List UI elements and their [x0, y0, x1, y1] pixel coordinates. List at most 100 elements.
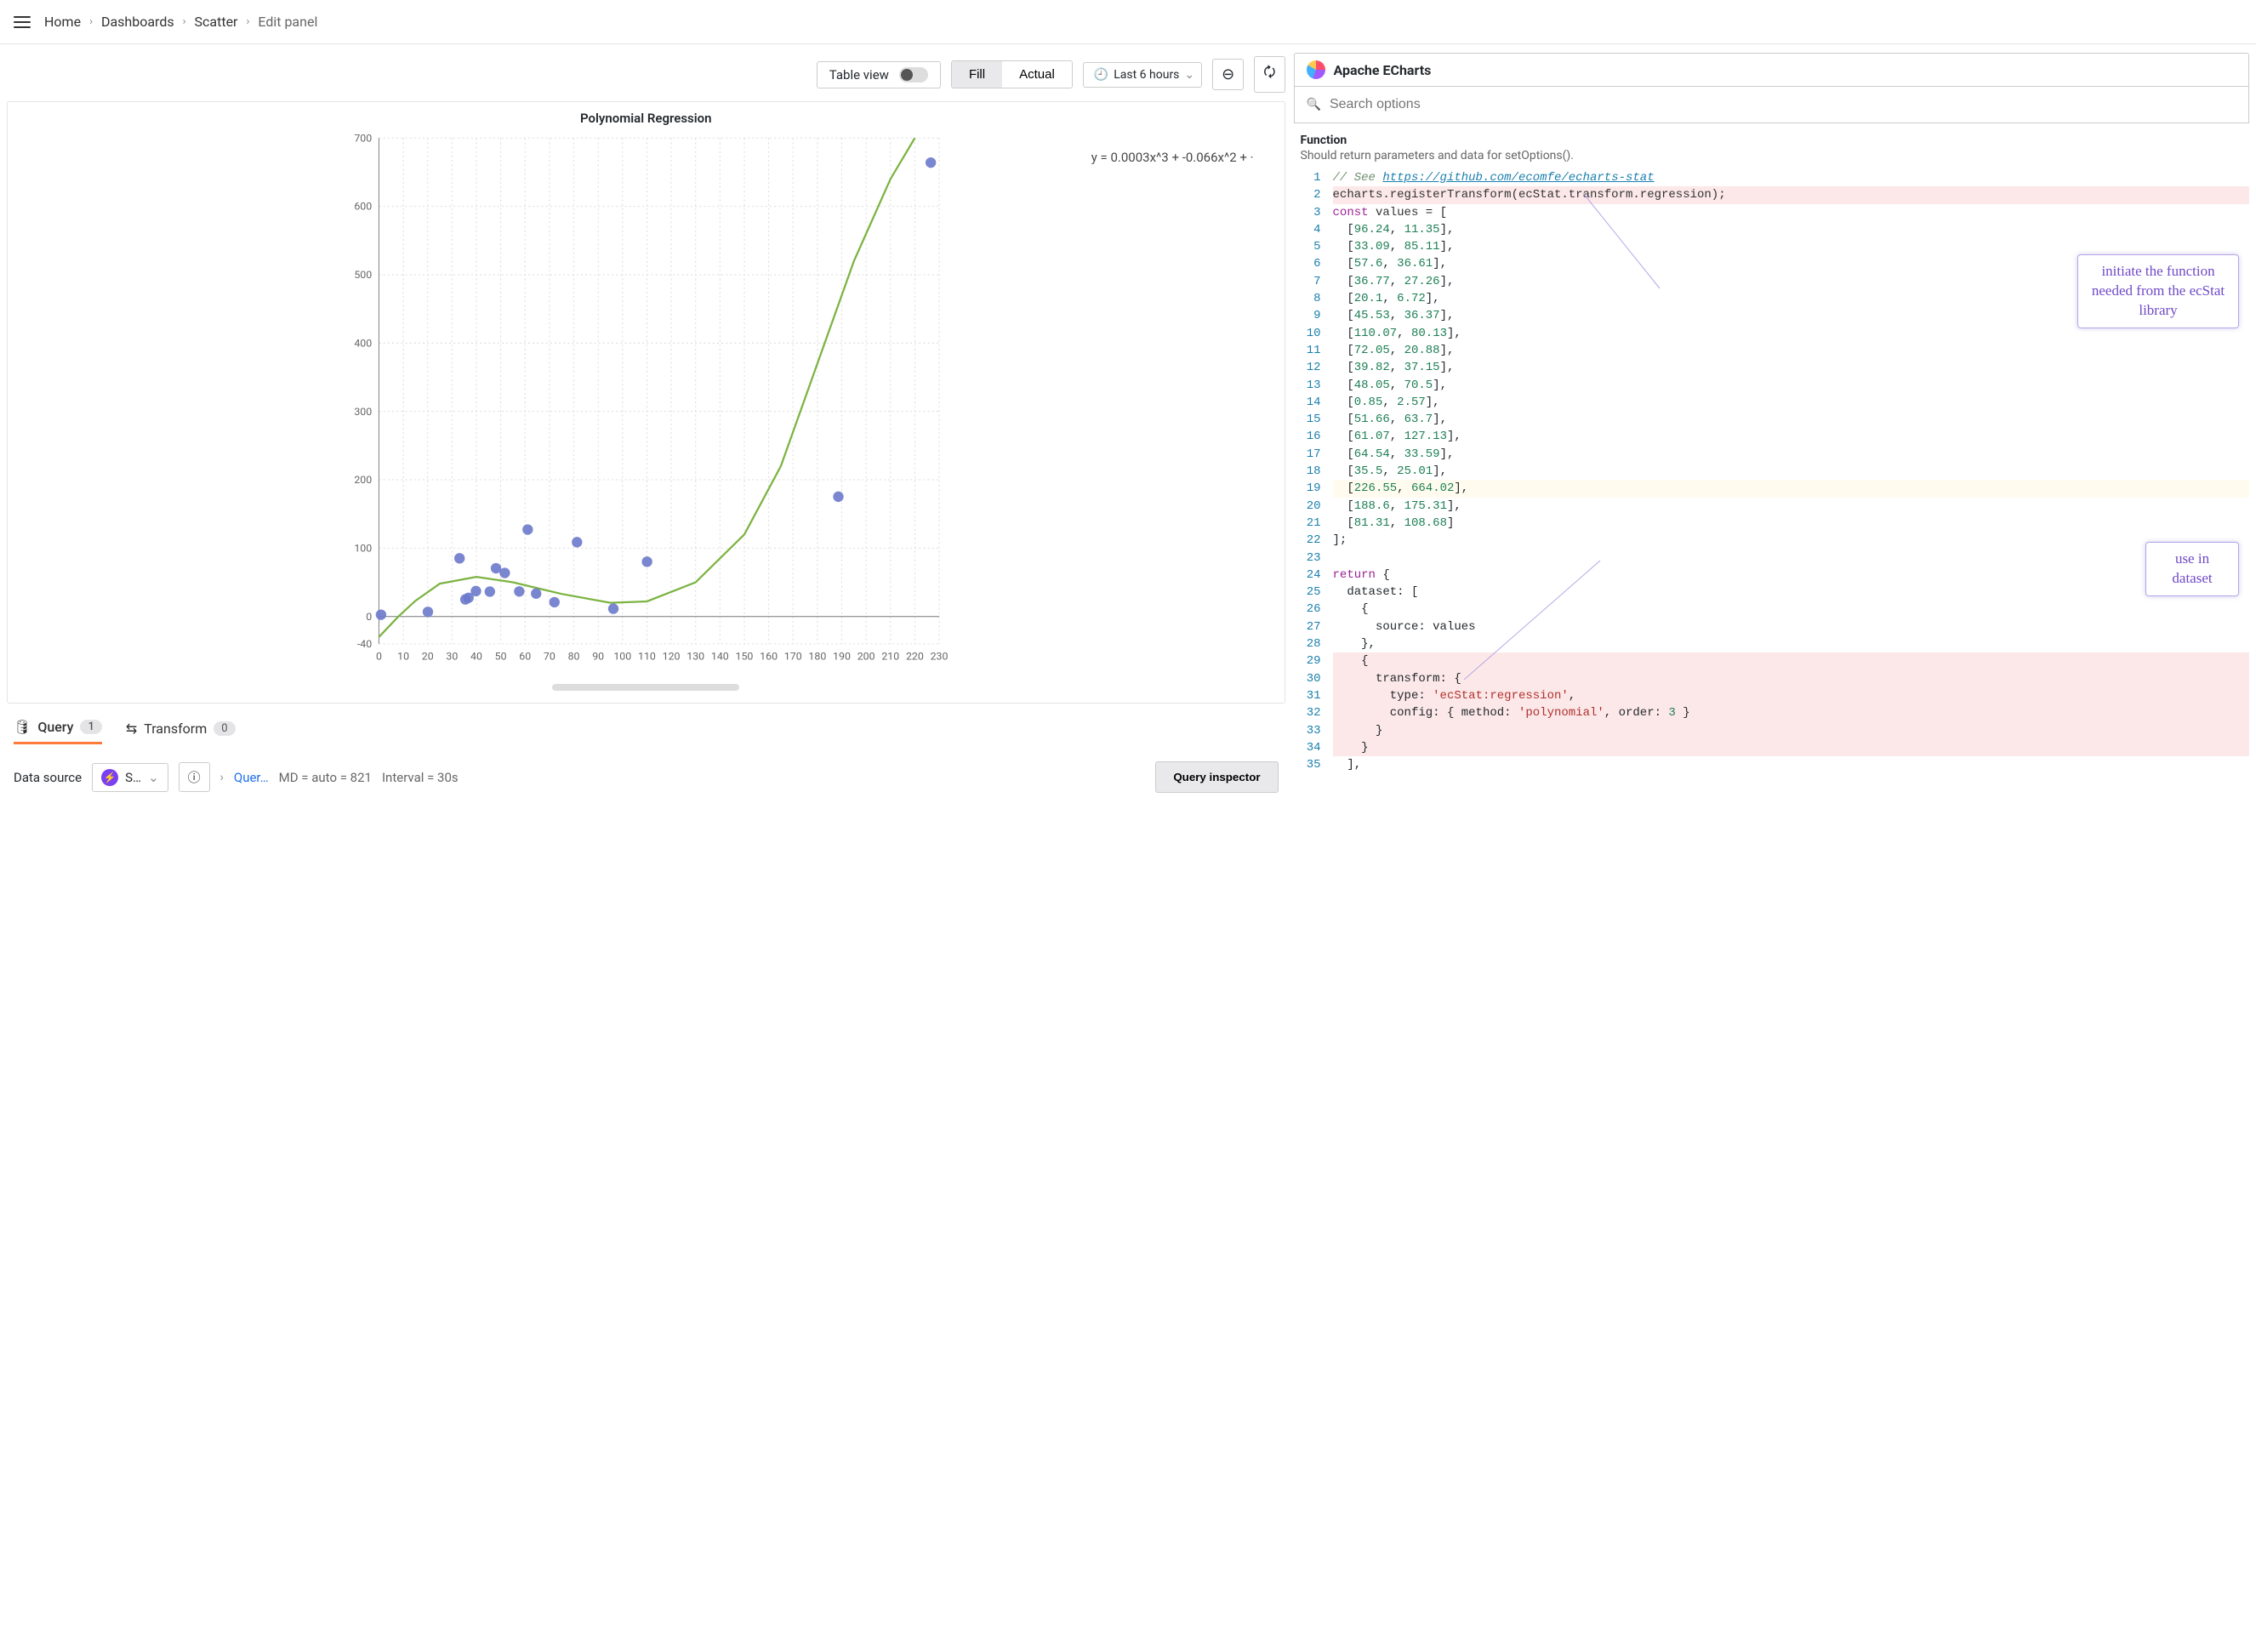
code-line[interactable]: 17 [64.54, 33.59], [1294, 446, 2249, 463]
svg-text:170: 170 [784, 651, 802, 663]
code-line[interactable]: 30 transform: { [1294, 670, 2249, 687]
code-line[interactable]: 14 [0.85, 2.57], [1294, 394, 2249, 411]
code-line[interactable]: 16 [61.07, 127.13], [1294, 428, 2249, 445]
table-view-toggle[interactable]: Table view [817, 61, 941, 88]
chart-panel: Polynomial Regression y = 0.0003x^3 + -0… [7, 101, 1285, 704]
clock-icon [1094, 68, 1108, 82]
actual-button[interactable]: Actual [1002, 61, 1072, 88]
code-line[interactable]: 26 { [1294, 601, 2249, 618]
database-icon [14, 719, 31, 735]
tab-query-label: Query [37, 719, 73, 735]
time-range-label: Last 6 hours [1114, 68, 1179, 82]
svg-text:90: 90 [592, 651, 604, 663]
svg-text:150: 150 [736, 651, 754, 663]
code-line[interactable]: 13 [48.05, 70.5], [1294, 377, 2249, 394]
menu-icon[interactable] [14, 16, 31, 28]
refresh-button[interactable] [1254, 56, 1285, 93]
tab-query-badge: 1 [80, 720, 101, 734]
code-line[interactable]: 11 [72.05, 20.88], [1294, 342, 2249, 359]
svg-text:40: 40 [470, 651, 482, 663]
svg-text:120: 120 [663, 651, 681, 663]
svg-text:-40: -40 [357, 639, 372, 651]
breadcrumb: Home › Dashboards › Scatter › Edit panel [44, 14, 317, 30]
code-line[interactable]: 32 config: { method: 'polynomial', order… [1294, 704, 2249, 721]
code-line[interactable]: 29 { [1294, 652, 2249, 669]
svg-text:60: 60 [519, 651, 531, 663]
svg-text:600: 600 [354, 202, 372, 214]
panel-type-title: Apache ECharts [1334, 62, 1432, 78]
code-line[interactable]: 24return { [1294, 567, 2249, 584]
chart-svg[interactable]: -400100200300400500600700010203040506070… [25, 131, 1268, 675]
svg-text:190: 190 [833, 651, 851, 663]
horizontal-scrollbar[interactable] [552, 684, 739, 691]
echarts-logo-icon [1307, 60, 1325, 79]
breadcrumb-scatter[interactable]: Scatter [195, 14, 238, 30]
svg-text:10: 10 [397, 651, 409, 663]
code-line[interactable]: 33 } [1294, 722, 2249, 739]
switch-icon[interactable] [899, 67, 928, 83]
tab-query[interactable]: Query 1 [14, 719, 102, 744]
breadcrumb-dashboards[interactable]: Dashboards [101, 14, 174, 30]
data-source-value: S… [125, 770, 141, 785]
svg-text:210: 210 [881, 651, 899, 663]
code-line[interactable]: 1// See https://github.com/ecomfe/echart… [1294, 169, 2249, 186]
interval-meta: Interval = 30s [382, 770, 459, 785]
zoom-out-button[interactable] [1212, 59, 1244, 90]
svg-text:100: 100 [613, 651, 631, 663]
code-line[interactable]: 27 source: values [1294, 618, 2249, 635]
tab-transform[interactable]: Transform 0 [126, 721, 236, 743]
fill-button[interactable]: Fill [952, 61, 1002, 88]
code-line[interactable]: 35 ], [1294, 756, 2249, 773]
svg-text:200: 200 [354, 475, 372, 487]
table-view-label: Table view [829, 67, 889, 83]
code-line[interactable]: 4 [96.24, 11.35], [1294, 221, 2249, 238]
svg-text:300: 300 [354, 407, 372, 419]
code-line[interactable]: 23 [1294, 550, 2249, 567]
search-icon [1307, 98, 1321, 111]
chevron-right-icon: › [220, 771, 224, 784]
code-line[interactable]: 5 [33.09, 85.11], [1294, 238, 2249, 255]
svg-text:70: 70 [544, 651, 555, 663]
function-section-header: Function [1301, 134, 2249, 147]
code-line[interactable]: 12 [39.82, 37.15], [1294, 359, 2249, 376]
annotation-callout-bottom: use in dataset [2145, 542, 2239, 596]
svg-text:230: 230 [931, 651, 949, 663]
breadcrumb-current: Edit panel [258, 14, 317, 30]
code-line[interactable]: 18 [35.5, 25.01], [1294, 463, 2249, 480]
svg-text:100: 100 [354, 543, 372, 555]
svg-text:200: 200 [857, 651, 875, 663]
svg-text:500: 500 [354, 270, 372, 282]
md-meta: MD = auto = 821 [279, 770, 372, 785]
query-inspector-button[interactable]: Query inspector [1155, 761, 1278, 793]
data-source-picker[interactable]: S… [92, 763, 168, 792]
svg-text:400: 400 [354, 338, 372, 350]
transform-icon [126, 721, 137, 737]
svg-text:220: 220 [906, 651, 924, 663]
code-editor[interactable]: initiate the function needed from the ec… [1294, 169, 2249, 773]
svg-text:140: 140 [711, 651, 729, 663]
time-range-picker[interactable]: Last 6 hours [1083, 62, 1202, 88]
code-line[interactable]: 28 }, [1294, 635, 2249, 652]
code-line[interactable]: 31 type: 'ecStat:regression', [1294, 687, 2249, 704]
svg-text:0: 0 [376, 651, 382, 663]
datasource-icon [101, 769, 118, 786]
code-line[interactable]: 2echarts.registerTransform(ecStat.transf… [1294, 186, 2249, 203]
help-button[interactable]: ⓘ [179, 762, 210, 792]
svg-text:50: 50 [495, 651, 507, 663]
code-line[interactable]: 22]; [1294, 532, 2249, 549]
svg-text:20: 20 [422, 651, 434, 663]
search-options-input[interactable] [1330, 97, 2236, 112]
code-line[interactable]: 15 [51.66, 63.7], [1294, 411, 2249, 428]
code-line[interactable]: 20 [188.6, 175.31], [1294, 498, 2249, 515]
code-line[interactable]: 19 [226.55, 664.02], [1294, 480, 2249, 497]
code-line[interactable]: 34 } [1294, 739, 2249, 756]
svg-text:110: 110 [638, 651, 656, 663]
code-line[interactable]: 3const values = [ [1294, 204, 2249, 221]
code-line[interactable]: 21 [81.31, 108.68] [1294, 515, 2249, 532]
function-section-subtitle: Should return parameters and data for se… [1301, 149, 2249, 162]
query-options-link[interactable]: Quer… [234, 770, 269, 785]
tab-transform-label: Transform [144, 721, 207, 737]
code-line[interactable]: 25 dataset: [ [1294, 584, 2249, 601]
breadcrumb-home[interactable]: Home [44, 14, 81, 30]
chart-equation-label: y = 0.0003x^3 + -0.066x^2 + · [1091, 150, 1254, 165]
